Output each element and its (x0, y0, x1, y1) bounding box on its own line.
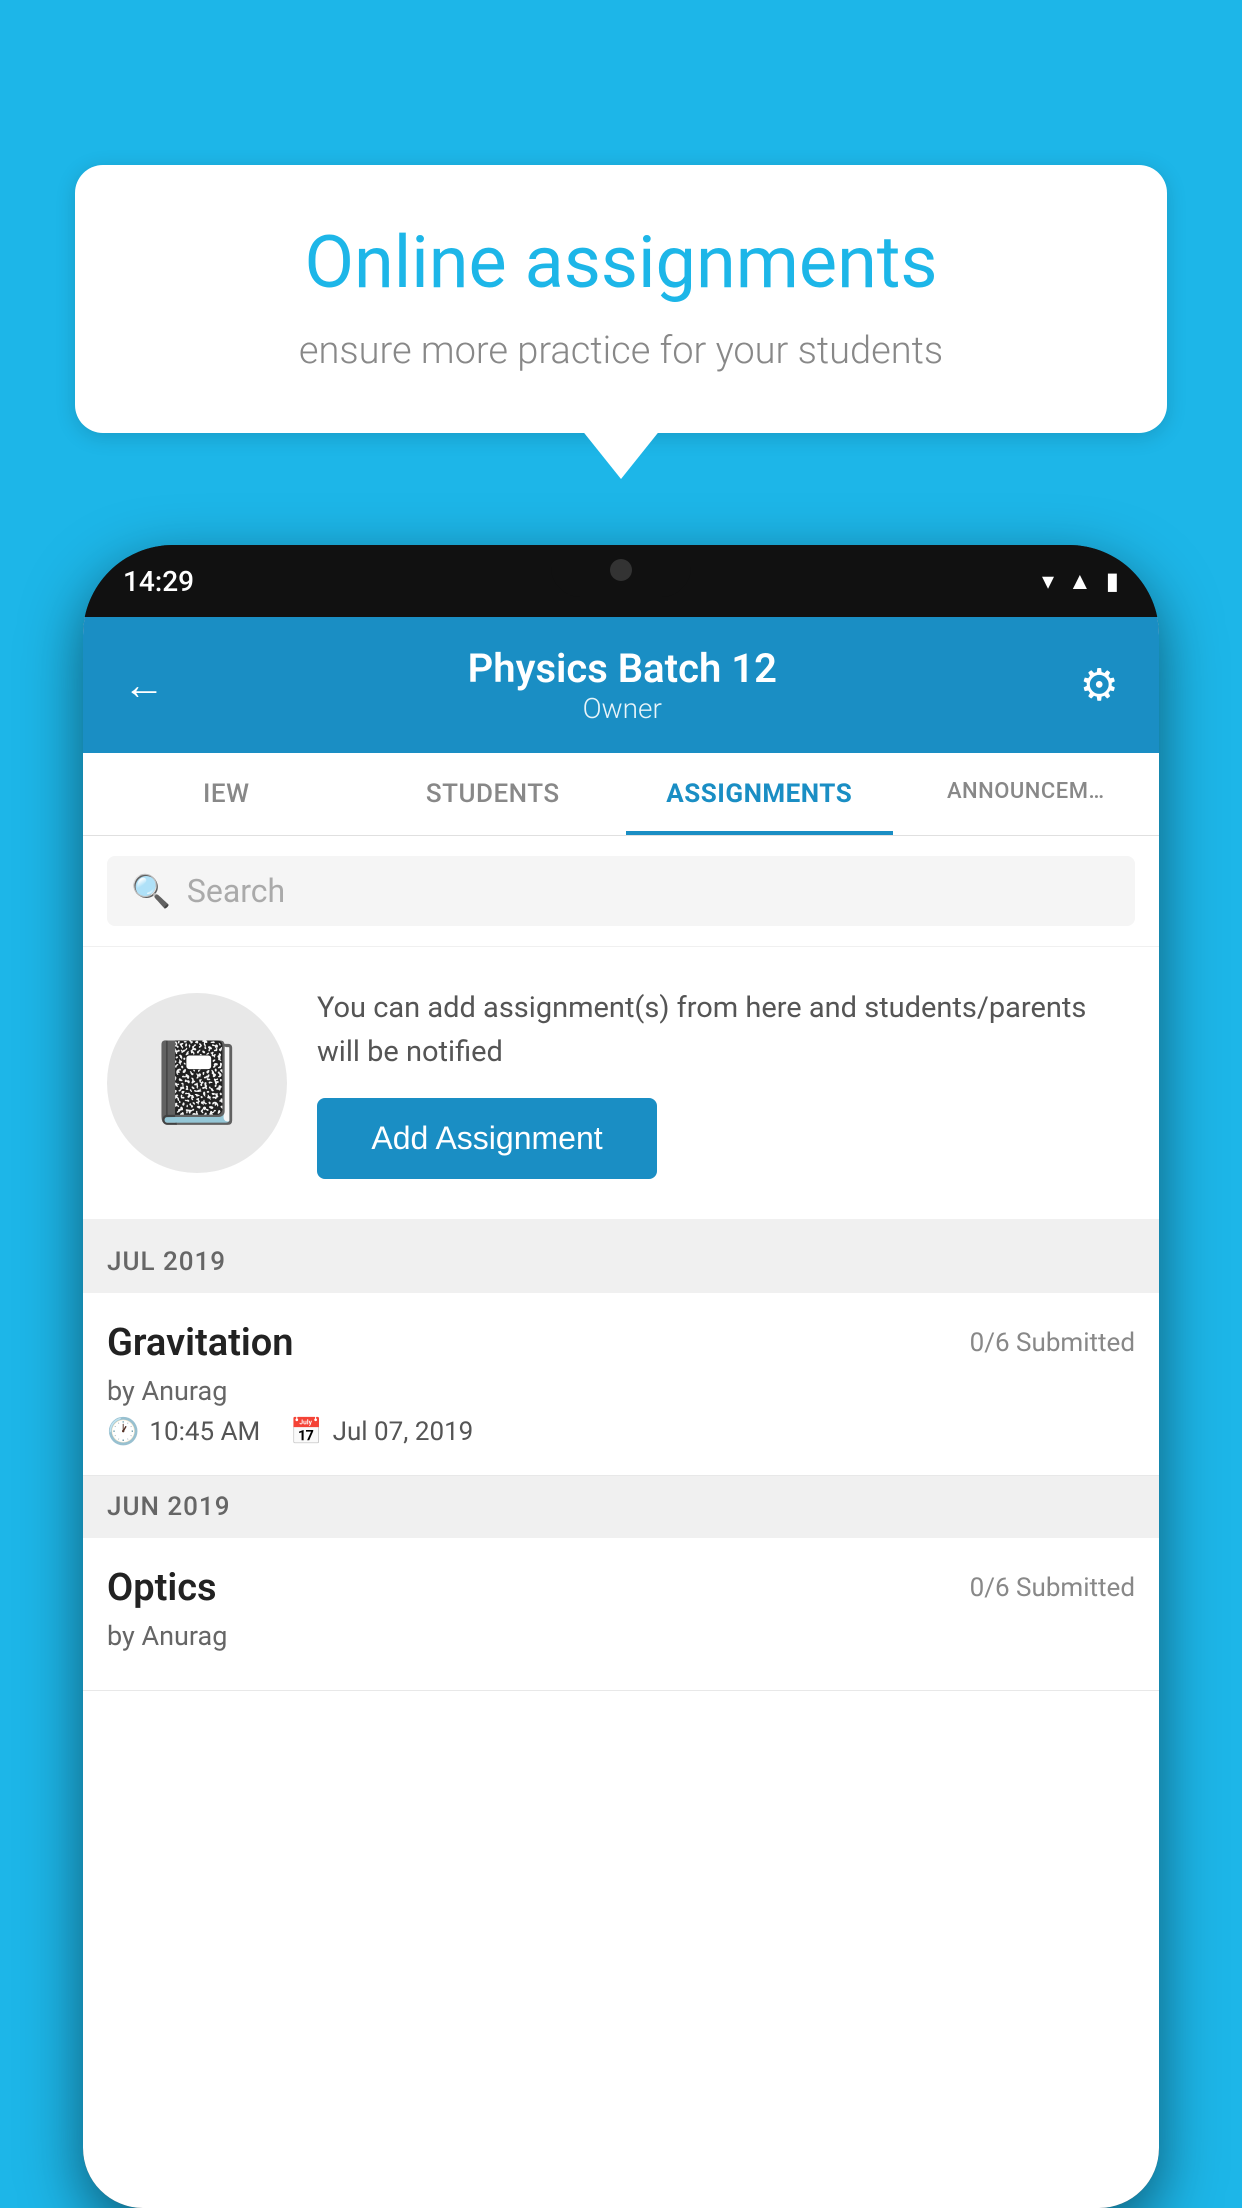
notebook-icon: 📓 (147, 1036, 247, 1130)
empty-state: 📓 You can add assignment(s) from here an… (83, 947, 1159, 1231)
notebook-circle: 📓 (107, 993, 287, 1173)
submitted-badge-optics: 0/6 Submitted (970, 1573, 1135, 1603)
speech-bubble: Online assignments ensure more practice … (75, 165, 1167, 433)
assignment-date: 📅 Jul 07, 2019 (290, 1417, 473, 1447)
section-jul-2019: JUL 2019 (83, 1231, 1159, 1293)
assignment-time: 🕐 10:45 AM (107, 1417, 260, 1447)
search-input[interactable]: Search (187, 872, 285, 910)
assignment-name-gravitation: Gravitation (107, 1321, 294, 1365)
app-header: ← Physics Batch 12 Owner ⚙ (83, 617, 1159, 753)
assignment-name-optics: Optics (107, 1566, 217, 1610)
bubble-subtitle: ensure more practice for your students (135, 329, 1107, 373)
header-subtitle: Owner (468, 692, 777, 725)
assignment-top-row-optics: Optics 0/6 Submitted (107, 1566, 1135, 1610)
search-container: 🔍 Search (83, 836, 1159, 947)
wifi-icon: ▾ (1042, 567, 1054, 595)
phone-frame: 14:29 ▾ ▲ ▮ ← Physics Batch 12 Owner ⚙ I… (83, 545, 1159, 2208)
assignment-time-value: 10:45 AM (149, 1417, 260, 1447)
assignment-top-row: Gravitation 0/6 Submitted (107, 1321, 1135, 1365)
gear-icon[interactable]: ⚙ (1080, 659, 1119, 711)
tab-announcements[interactable]: ANNOUNCEM… (893, 753, 1160, 835)
tab-assignments[interactable]: ASSIGNMENTS (626, 753, 893, 835)
assignment-optics[interactable]: Optics 0/6 Submitted by Anurag (83, 1538, 1159, 1691)
empty-state-content: You can add assignment(s) from here and … (317, 987, 1135, 1179)
bubble-title: Online assignments (135, 220, 1107, 305)
assignment-by-optics: by Anurag (107, 1620, 1135, 1652)
phone-notch (551, 545, 691, 597)
status-time: 14:29 (123, 565, 194, 598)
tab-students[interactable]: STUDENTS (360, 753, 627, 835)
status-icons: ▾ ▲ ▮ (1042, 567, 1119, 596)
camera (610, 559, 632, 581)
search-bar[interactable]: 🔍 Search (107, 856, 1135, 926)
header-center: Physics Batch 12 Owner (468, 645, 777, 725)
assignment-by-gravitation: by Anurag (107, 1375, 1135, 1407)
empty-state-description: You can add assignment(s) from here and … (317, 987, 1135, 1074)
assignment-gravitation[interactable]: Gravitation 0/6 Submitted by Anurag 🕐 10… (83, 1293, 1159, 1476)
search-icon: 🔍 (131, 872, 171, 910)
signal-icon: ▲ (1068, 567, 1092, 596)
battery-icon: ▮ (1106, 567, 1119, 595)
header-title: Physics Batch 12 (468, 645, 777, 692)
submitted-badge-gravitation: 0/6 Submitted (970, 1328, 1135, 1358)
assignment-meta-gravitation: 🕐 10:45 AM 📅 Jul 07, 2019 (107, 1417, 1135, 1447)
app-content: ← Physics Batch 12 Owner ⚙ IEW STUDENTS … (83, 617, 1159, 2208)
add-assignment-button[interactable]: Add Assignment (317, 1098, 657, 1179)
tabs-row: IEW STUDENTS ASSIGNMENTS ANNOUNCEM… (83, 753, 1159, 836)
calendar-icon: 📅 (290, 1417, 322, 1447)
section-jun-2019: JUN 2019 (83, 1476, 1159, 1538)
clock-icon: 🕐 (107, 1417, 139, 1447)
back-button[interactable]: ← (123, 661, 165, 710)
tab-iew[interactable]: IEW (83, 753, 360, 835)
assignment-date-value: Jul 07, 2019 (333, 1417, 474, 1447)
